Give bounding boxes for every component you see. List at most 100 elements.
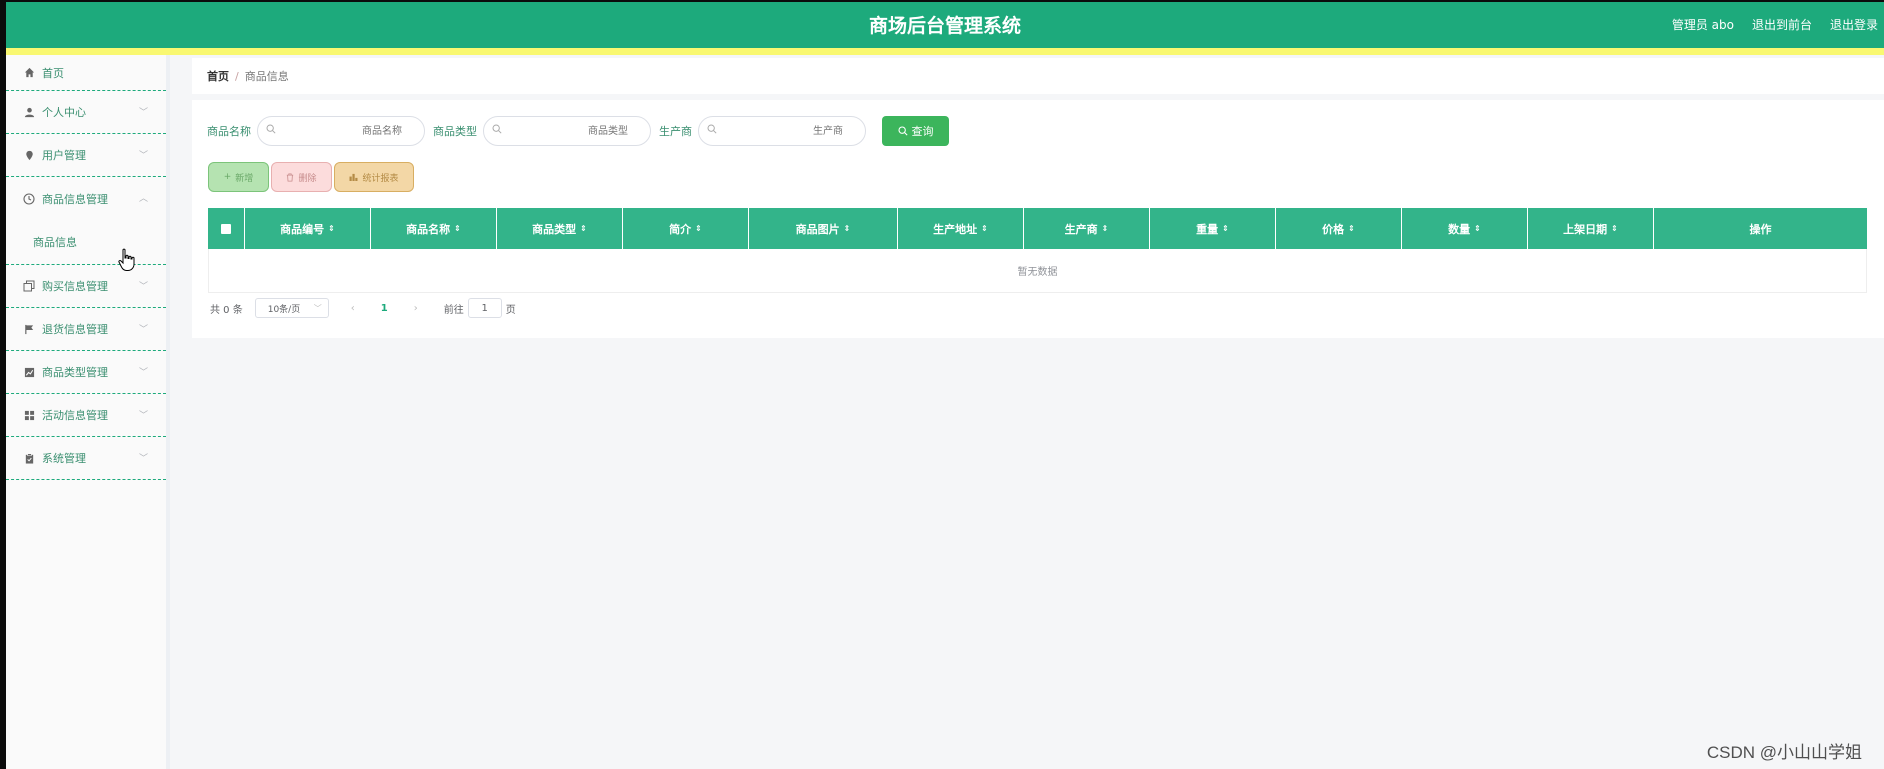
search-icon xyxy=(266,124,276,137)
manufacturer-field[interactable] xyxy=(698,116,866,146)
bar-chart-icon xyxy=(349,173,358,181)
column-header-product-type[interactable]: 商品类型 ⇕ xyxy=(497,208,623,249)
sidebar-item-home[interactable]: 首页 xyxy=(6,55,166,91)
column-header-actions: 操作 xyxy=(1749,222,1772,236)
sidebar: 首页 个人中心 ﹀ 用户管理 ﹀ 商品信息管理 ︿ 商品信息 购买信息管理 ﹀ xyxy=(6,55,170,769)
admin-user-label[interactable]: 管理员 abo xyxy=(1672,16,1734,33)
column-header-quantity[interactable]: 数量 ⇕ xyxy=(1402,208,1528,249)
add-button-label: 新增 xyxy=(235,173,254,184)
hand-pointer-cursor-icon xyxy=(118,248,135,271)
sidebar-item-category-management[interactable]: 商品类型管理 ﹀ xyxy=(6,351,166,394)
column-header-manufacturer[interactable]: 生产商 ⇕ xyxy=(1024,208,1150,249)
product-type-input[interactable] xyxy=(484,117,650,145)
logout-link[interactable]: 退出登录 xyxy=(1830,16,1878,33)
app-title: 商场后台管理系统 xyxy=(868,15,1021,37)
breadcrumb-current: 商品信息 xyxy=(244,70,289,83)
chevron-down-icon: ﹀ xyxy=(138,368,148,378)
column-header-weight[interactable]: 重量 ⇕ xyxy=(1150,208,1276,249)
page-size-select[interactable]: 10条/页 ﹀ xyxy=(254,298,329,318)
sort-icon: ⇕ xyxy=(981,224,988,233)
submenu-item-label: 商品信息 xyxy=(33,236,77,249)
stats-report-button[interactable]: 统计报表 xyxy=(334,162,414,192)
chevron-down-icon: ﹀ xyxy=(138,411,148,421)
column-header-intro[interactable]: 简介 ⇕ xyxy=(623,208,749,249)
delete-button-label: 删除 xyxy=(298,173,317,184)
sidebar-item-user-management[interactable]: 用户管理 ﹀ xyxy=(6,134,166,177)
search-form: 商品名称 商品类型 生产商 查询 xyxy=(207,116,949,146)
exit-to-front-link[interactable]: 退出到前台 xyxy=(1752,16,1812,33)
clock-icon xyxy=(22,192,36,206)
search-icon xyxy=(897,126,908,136)
delete-button[interactable]: 删除 xyxy=(271,162,332,192)
sort-icon: ⇕ xyxy=(1474,224,1481,233)
select-all-checkbox[interactable] xyxy=(208,208,245,249)
breadcrumb-separator: / xyxy=(235,69,239,83)
sort-icon: ⇕ xyxy=(580,224,587,233)
sidebar-item-system-management[interactable]: 系统管理 ﹀ xyxy=(6,437,166,480)
flag-icon xyxy=(22,322,36,336)
clipboard-icon xyxy=(22,451,36,465)
location-pin-icon xyxy=(22,148,36,162)
sidebar-item-purchase-management[interactable]: 购买信息管理 ﹀ xyxy=(6,265,166,308)
product-name-label: 商品名称 xyxy=(207,125,251,138)
sidebar-item-label: 用户管理 xyxy=(42,149,86,162)
chevron-down-icon: ﹀ xyxy=(138,108,148,118)
content-panel: 商品名称 商品类型 生产商 查询 + 新增 xyxy=(192,100,1884,338)
manufacturer-input[interactable] xyxy=(699,117,865,145)
sidebar-item-label: 活动信息管理 xyxy=(42,409,108,422)
column-header-product-id[interactable]: 商品编号 ⇕ xyxy=(245,208,371,249)
sidebar-item-personal-center[interactable]: 个人中心 ﹀ xyxy=(6,91,166,134)
table-header: 商品编号 ⇕ 商品名称 ⇕ 商品类型 ⇕ 简介 ⇕ 商品图片 ⇕ 生产地址 ⇕ 生产商 ⇕ 重… xyxy=(208,208,1867,249)
sort-icon: ⇕ xyxy=(695,224,702,233)
grid-icon xyxy=(22,408,36,422)
product-type-field[interactable] xyxy=(483,116,651,146)
page-size-value: 10条/页 xyxy=(267,304,301,315)
sort-icon: ⇕ xyxy=(328,224,335,233)
user-icon xyxy=(22,105,36,119)
sidebar-item-activity-management[interactable]: 活动信息管理 ﹀ xyxy=(6,394,166,437)
copy-icon xyxy=(22,279,36,293)
action-buttons: + 新增 删除 统计报表 xyxy=(208,162,414,192)
goto-page-input[interactable]: 1 xyxy=(467,298,502,318)
product-name-field[interactable] xyxy=(257,116,425,146)
column-header-production-address[interactable]: 生产地址 ⇕ xyxy=(898,208,1024,249)
product-name-input[interactable] xyxy=(258,117,424,145)
sort-icon: ⇕ xyxy=(1348,224,1355,233)
product-type-label: 商品类型 xyxy=(433,125,477,138)
sort-icon: ⇕ xyxy=(454,224,461,233)
plus-icon: + xyxy=(223,172,232,182)
sidebar-item-label: 首页 xyxy=(42,66,64,80)
breadcrumb: 首页 / 商品信息 xyxy=(192,58,1884,94)
sidebar-item-label: 购买信息管理 xyxy=(42,280,108,293)
stats-button-label: 统计报表 xyxy=(362,173,399,184)
sidebar-item-return-management[interactable]: 退货信息管理 ﹀ xyxy=(6,308,166,351)
chevron-down-icon: ﹀ xyxy=(138,151,148,161)
column-header-price[interactable]: 价格 ⇕ xyxy=(1276,208,1402,249)
chart-icon xyxy=(22,365,36,379)
current-page-number[interactable]: 1 xyxy=(381,303,388,314)
column-header-listing-date[interactable]: 上架日期 ⇕ xyxy=(1528,208,1654,249)
product-table: 商品编号 ⇕ 商品名称 ⇕ 商品类型 ⇕ 简介 ⇕ 商品图片 ⇕ 生产地址 ⇕ 生产商 ⇕ 重… xyxy=(208,208,1867,293)
empty-text: 暂无数据 xyxy=(1017,267,1058,278)
sidebar-item-label: 系统管理 xyxy=(42,452,86,465)
column-header-product-image[interactable]: 商品图片 ⇕ xyxy=(749,208,898,249)
sort-icon: ⇕ xyxy=(1222,224,1229,233)
total-count: 共 0 条 xyxy=(210,304,243,316)
submenu-item-product-info[interactable]: 商品信息 xyxy=(6,220,166,265)
next-page-icon[interactable]: › xyxy=(414,303,418,314)
query-button-label: 查询 xyxy=(911,125,934,138)
add-button[interactable]: + 新增 xyxy=(208,162,269,192)
goto-label: 前往 xyxy=(443,304,464,316)
prev-page-icon[interactable]: ‹ xyxy=(351,303,355,314)
sidebar-item-product-management[interactable]: 商品信息管理 ︿ xyxy=(6,177,166,220)
chevron-down-icon: ﹀ xyxy=(313,303,322,313)
sidebar-item-label: 退货信息管理 xyxy=(42,323,108,336)
home-icon xyxy=(22,66,36,80)
chevron-up-icon: ︿ xyxy=(138,194,148,204)
column-header-product-name[interactable]: 商品名称 ⇕ xyxy=(371,208,497,249)
breadcrumb-home[interactable]: 首页 xyxy=(207,68,229,84)
pagination: 共 0 条 10条/页 ﹀ ‹ 1 › 前往 1 页 xyxy=(210,298,516,318)
trash-icon xyxy=(287,173,294,181)
query-button[interactable]: 查询 xyxy=(882,116,949,146)
sidebar-item-label: 商品信息管理 xyxy=(42,192,108,206)
